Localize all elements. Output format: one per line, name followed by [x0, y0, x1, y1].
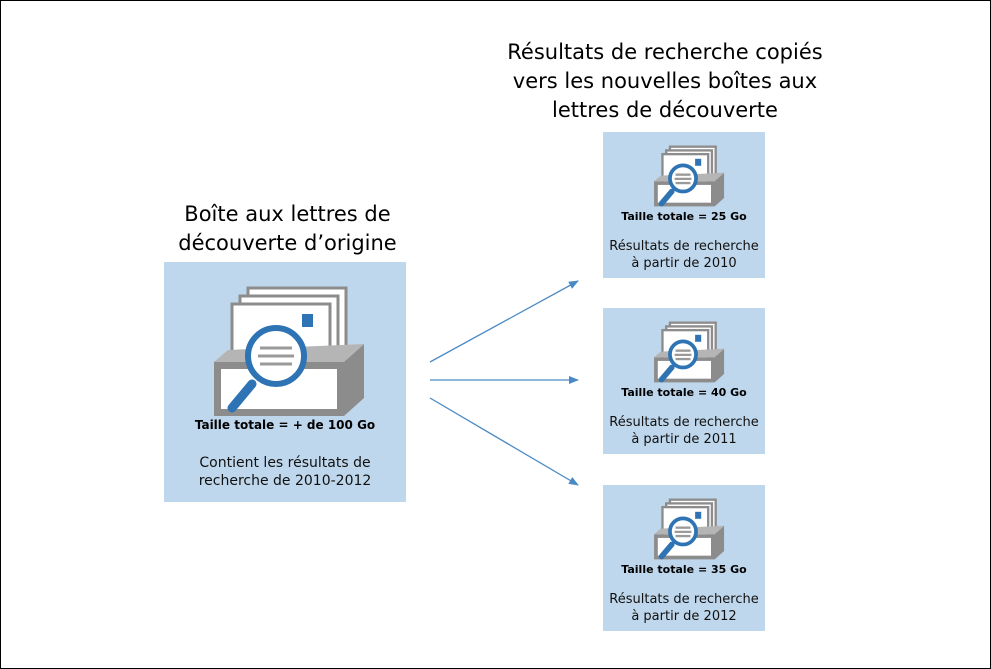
destination-description: Résultats de recherche à partir de 2012 [603, 591, 765, 625]
mailbox-search-icon [206, 278, 376, 428]
destination-heading-line2: vers les nouvelles boîtes aux [512, 69, 818, 93]
source-desc-line1: Contient les résultats de [199, 455, 371, 471]
destination-box-2010: Taille totale = 25 Go Résultats de reche… [603, 132, 765, 278]
destination-size-label: Taille totale = 40 Go [621, 386, 747, 399]
arrow-to-2010 [429, 280, 579, 363]
destination-desc-line1: Résultats de recherche [609, 239, 759, 254]
source-heading: Boîte aux lettres de découverte d’origin… [150, 200, 425, 258]
source-description: Contient les résultats de recherche de 2… [164, 454, 406, 490]
destination-desc-line1: Résultats de recherche [609, 592, 759, 607]
destination-desc-line2: à partir de 2011 [631, 432, 737, 447]
destination-box-2011: Taille totale = 40 Go Résultats de reche… [603, 308, 765, 454]
destination-desc-line2: à partir de 2010 [631, 256, 737, 271]
source-mailbox-box: Taille totale = + de 100 Go Contient les… [164, 262, 406, 502]
destination-desc-line2: à partir de 2012 [631, 609, 737, 624]
arrow-to-2012 [429, 397, 579, 486]
destination-desc-line1: Résultats de recherche [609, 415, 759, 430]
destination-heading: Résultats de recherche copiés vers les n… [500, 38, 830, 125]
destination-size-label: Taille totale = 35 Go [621, 563, 747, 576]
destination-size-label: Taille totale = 25 Go [621, 210, 747, 223]
destination-description: Résultats de recherche à partir de 2010 [603, 238, 765, 272]
destination-box-2012: Taille totale = 35 Go Résultats de reche… [603, 485, 765, 631]
mailbox-search-icon [650, 495, 730, 565]
destination-heading-line1: Résultats de recherche copiés [507, 40, 823, 64]
source-heading-line1: Boîte aux lettres de [184, 202, 391, 226]
mailbox-search-icon [650, 318, 730, 388]
mailbox-search-icon [650, 142, 730, 212]
source-desc-line2: recherche de 2010-2012 [198, 473, 372, 489]
source-heading-line2: découverte d’origine [178, 231, 397, 255]
destination-description: Résultats de recherche à partir de 2011 [603, 414, 765, 448]
arrows-layer [429, 280, 579, 486]
source-size-label: Taille totale = + de 100 Go [194, 418, 376, 432]
destination-heading-line3: lettres de découverte [552, 98, 778, 122]
